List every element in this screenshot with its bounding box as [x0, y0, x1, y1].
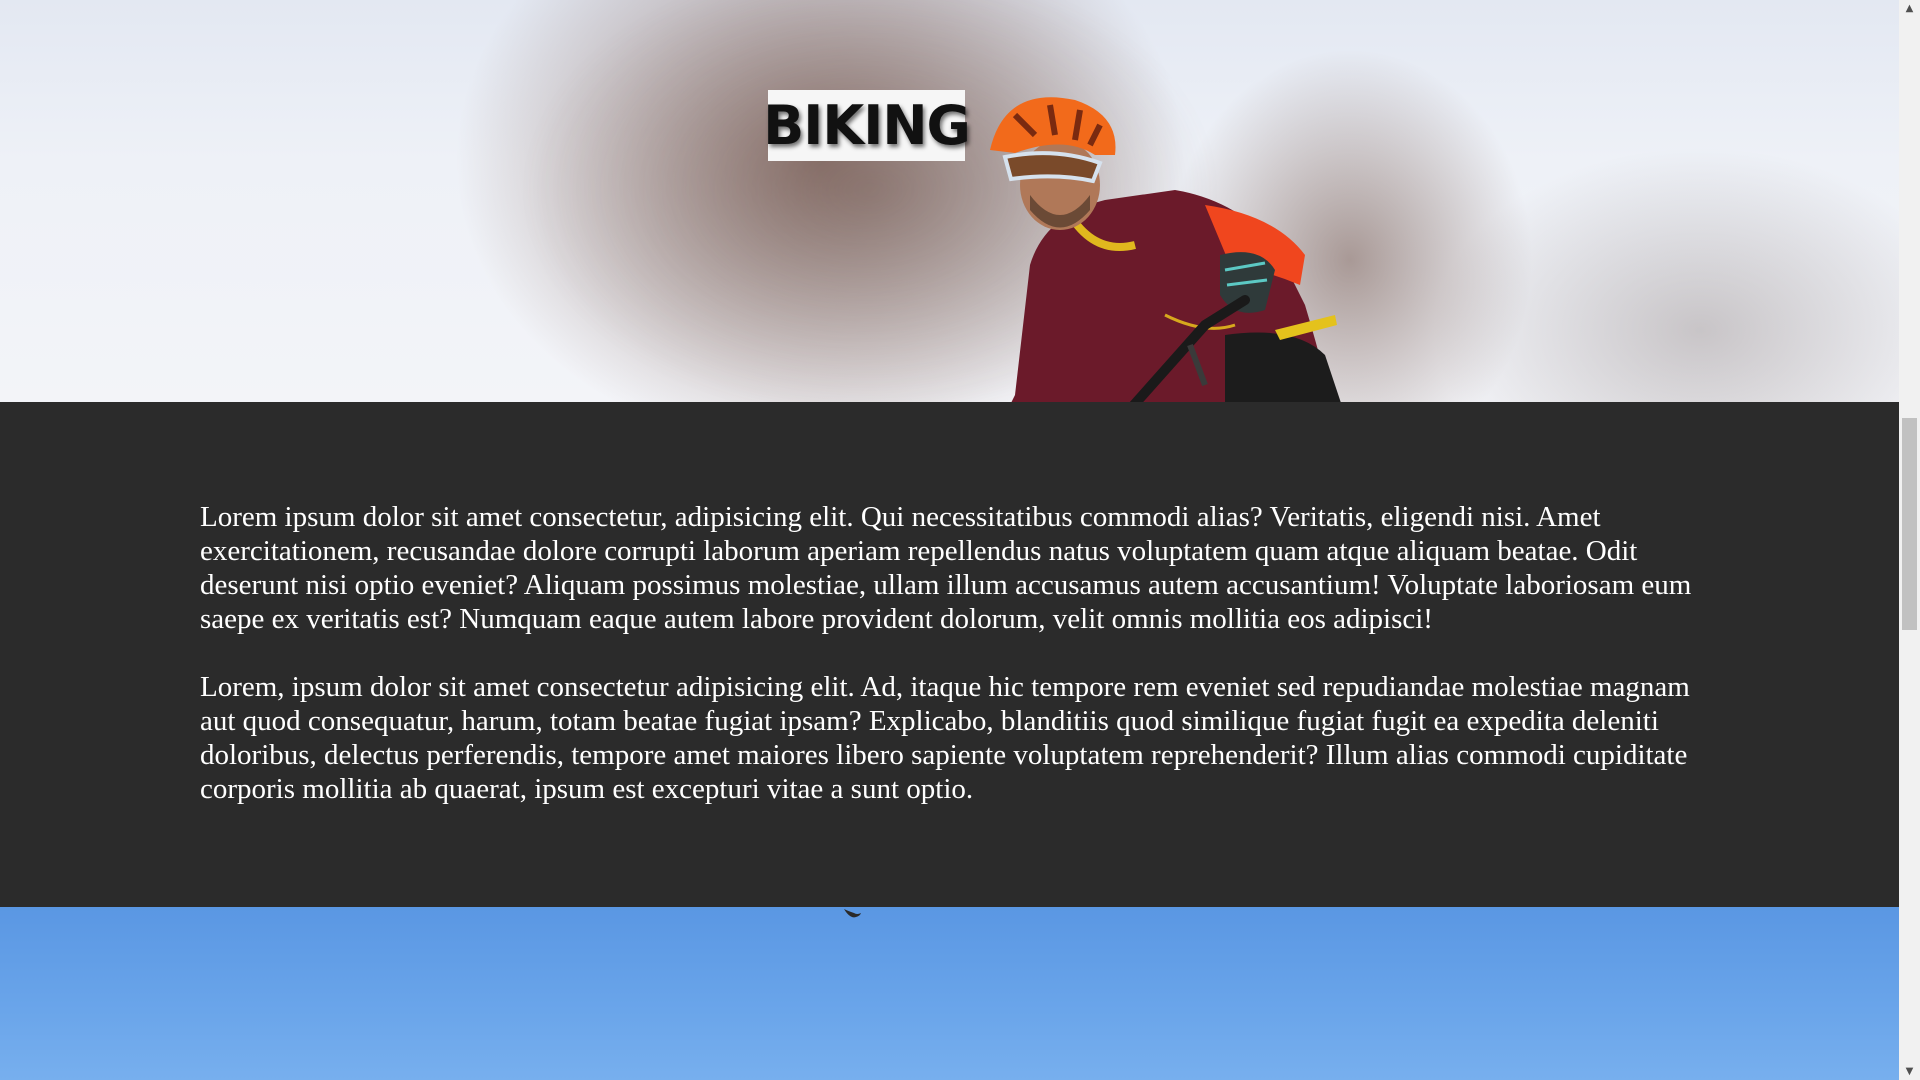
- page-title-box: BIKING: [763, 90, 971, 161]
- scrollbar-thumb[interactable]: [1902, 418, 1917, 630]
- page-title: BIKING: [763, 93, 971, 157]
- sky-section: [0, 907, 1899, 1080]
- page-viewport: BIKING Lorem ipsum dolor sit amet consec…: [0, 0, 1899, 1080]
- scroll-up-arrow-icon[interactable]: ▲: [1899, 0, 1920, 17]
- content-text: Lorem ipsum dolor sit amet consectetur, …: [200, 500, 1700, 840]
- mountain-biker-photo: [990, 97, 1341, 402]
- content-paragraph: Lorem, ipsum dolor sit amet consectetur …: [200, 671, 1690, 805]
- bird-silhouette: [844, 909, 861, 918]
- content-section: Lorem ipsum dolor sit amet consectetur, …: [0, 402, 1899, 907]
- hero-section: BIKING: [0, 0, 1899, 402]
- scroll-down-arrow-icon[interactable]: ▼: [1899, 1063, 1920, 1080]
- vertical-scrollbar[interactable]: ▲ ▼: [1899, 0, 1920, 1080]
- content-paragraph: Lorem ipsum dolor sit amet consectetur, …: [200, 501, 1692, 635]
